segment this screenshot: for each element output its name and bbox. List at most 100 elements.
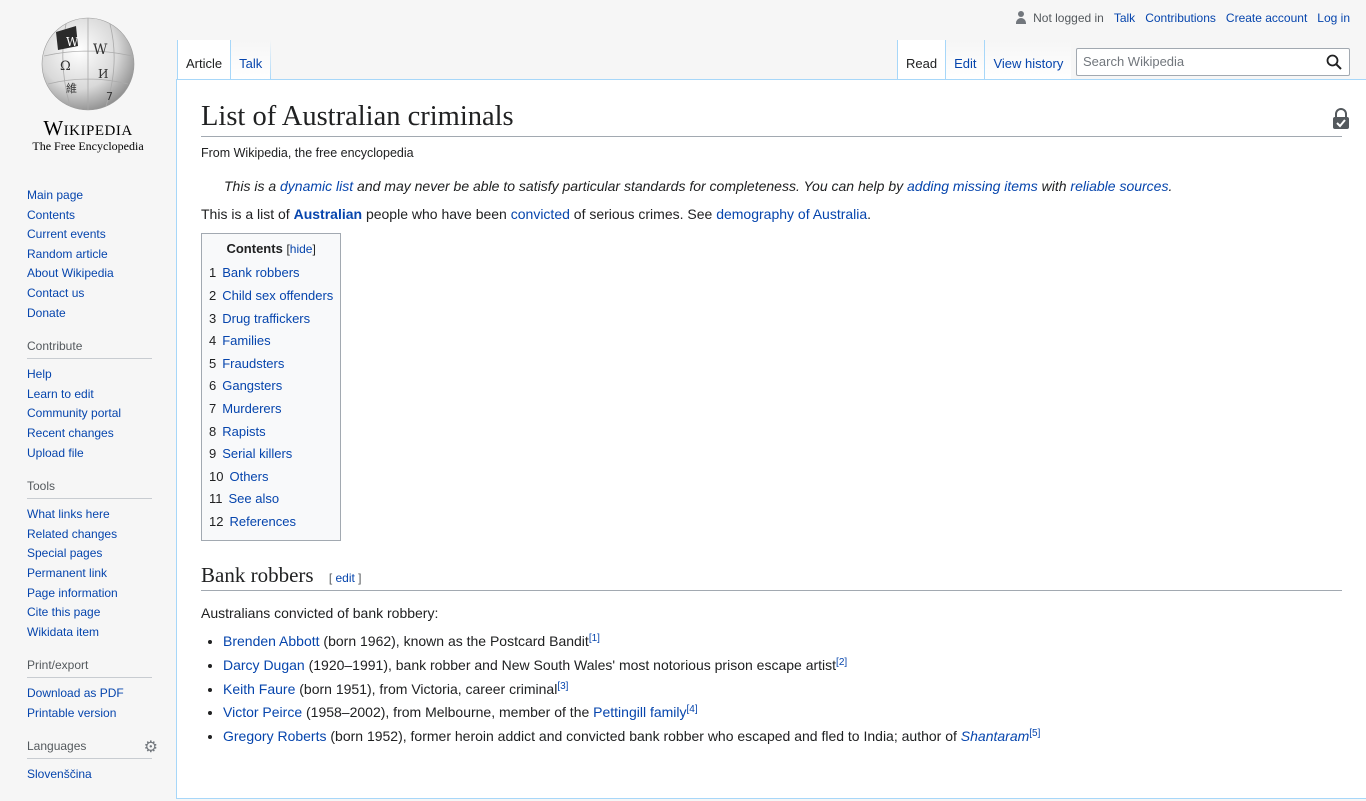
tab-edit[interactable]: Edit [945,40,985,80]
sidebar-item-learn-to-edit[interactable]: Learn to edit [27,387,94,401]
tools-portal: Tools What links here Related changes Sp… [27,479,152,642]
entry-description: (born 1952), former heroin addict and co… [326,728,961,745]
protection-lock-icon[interactable] [1332,108,1350,130]
reference-link[interactable]: [1] [589,633,600,644]
page-title: List of Australian criminals [201,98,1342,138]
person-link[interactable]: Brenden Abbott [223,633,320,649]
toc-item[interactable]: 10 Others [209,466,333,489]
search-box[interactable]: Search Wikipedia [1076,48,1350,76]
toc-item[interactable]: 11 See also [209,488,333,511]
tab-talk[interactable]: Talk [230,40,271,80]
toc-hide-toggle[interactable]: hide [290,242,313,256]
reference-link[interactable]: [4] [687,704,698,715]
portal-heading-print: Print/export [27,658,152,679]
search-input[interactable]: Search Wikipedia [1083,54,1184,69]
person-link[interactable]: Gregory Roberts [223,728,326,744]
wikipedia-logo[interactable]: W W Ω И 維 7 Wikipedia The Free Encyclope… [0,0,176,160]
toc-link[interactable]: Rapists [222,424,265,439]
dynamic-list-link[interactable]: dynamic list [280,178,353,194]
sidebar-item-contact[interactable]: Contact us [27,286,84,300]
section-heading-bank-robbers: Bank robbers [ edit ] [201,563,1342,591]
sidebar-item-contents[interactable]: Contents [27,208,75,222]
toc-link[interactable]: Bank robbers [222,265,299,280]
toc-number: 4 [209,333,217,349]
toc-item[interactable]: 5 Fraudsters [209,353,333,376]
sidebar-item-help[interactable]: Help [27,367,52,381]
toc-link[interactable]: Others [229,469,268,484]
toc-number: 10 [209,468,224,484]
sidebar-item-what-links-here[interactable]: What links here [27,507,110,521]
sidebar-item-current-events[interactable]: Current events [27,227,106,241]
toc-link[interactable]: Serial killers [222,446,292,461]
toc-item[interactable]: 1 Bank robbers [209,262,333,285]
reference-link[interactable]: [2] [836,657,847,668]
toc-item[interactable]: 3 Drug traffickers [209,308,333,331]
toc-link[interactable]: Families [222,333,270,348]
create-account-link[interactable]: Create account [1226,11,1307,25]
tab-read[interactable]: Read [897,40,946,80]
toc-link[interactable]: References [229,514,295,529]
sidebar-item-upload-file[interactable]: Upload file [27,446,84,460]
reference-link[interactable]: [5] [1029,728,1040,739]
toc-link[interactable]: Fraudsters [222,356,284,371]
person-link[interactable]: Keith Faure [223,681,295,697]
sidebar-item-related-changes[interactable]: Related changes [27,527,117,541]
toc-item[interactable]: 7 Murderers [209,398,333,421]
toc-number: 6 [209,378,217,394]
toc-item[interactable]: 9 Serial killers [209,443,333,466]
sidebar-item-donate[interactable]: Donate [27,306,66,320]
sidebar-item-printable-version[interactable]: Printable version [27,706,116,720]
intro-text: This is a list of [201,206,294,223]
contributions-link[interactable]: Contributions [1145,11,1216,25]
sidebar-item-main-page[interactable]: Main page [27,188,83,202]
section-edit-link[interactable]: edit [335,571,354,585]
tab-article[interactable]: Article [177,40,231,80]
toc-item[interactable]: 4 Families [209,330,333,353]
search-icon[interactable] [1326,54,1342,70]
reference-link[interactable]: [3] [557,681,568,692]
related-link[interactable]: Pettingill family [593,704,686,720]
list-item: Keith Faure (born 1951), from Victoria, … [223,678,1342,702]
book-link[interactable]: Shantaram [961,728,1029,744]
gear-icon[interactable]: ⚙ [144,737,158,757]
adding-missing-items-link[interactable]: adding missing items [907,178,1038,194]
sidebar-item-permanent-link[interactable]: Permanent link [27,566,107,580]
sidebar-item-community-portal[interactable]: Community portal [27,406,121,420]
convicted-link[interactable]: convicted [511,206,570,222]
toc-link[interactable]: Murderers [222,401,281,416]
sidebar-item-cite-this-page[interactable]: Cite this page [27,605,100,619]
sidebar-item-special-pages[interactable]: Special pages [27,546,102,560]
reliable-sources-link[interactable]: reliable sources [1070,178,1168,194]
toc-item[interactable]: 2 Child sex offenders [209,285,333,308]
person-link[interactable]: Darcy Dugan [223,657,305,673]
tab-view-history[interactable]: View history [984,40,1072,80]
person-link[interactable]: Victor Peirce [223,704,302,720]
toc-item[interactable]: 12 References [209,511,333,534]
navigation-portal: Main page Contents Current events Random… [27,186,152,323]
entry-description: (born 1951), from Victoria, career crimi… [295,680,558,697]
toc-link[interactable]: See also [229,491,280,506]
sidebar-item-language-slovenscina[interactable]: Slovenščina [27,767,92,781]
sidebar-item-random-article[interactable]: Random article [27,247,108,261]
toc-number: 12 [209,513,224,529]
toc-link[interactable]: Gangsters [222,378,282,393]
sidebar-item-about[interactable]: About Wikipedia [27,266,114,280]
sidebar-item-download-pdf[interactable]: Download as PDF [27,686,124,700]
talk-link[interactable]: Talk [1114,11,1135,25]
toc-item[interactable]: 8 Rapists [209,421,333,444]
toc-link[interactable]: Child sex offenders [222,288,333,303]
logo-wordmark: Wikipedia [43,116,133,140]
australian-link[interactable]: Australian [294,206,362,222]
demography-link[interactable]: demography of Australia [716,206,867,222]
sidebar-item-recent-changes[interactable]: Recent changes [27,426,114,440]
toc-list: 1 Bank robbers 2 Child sex offenders 3 Drug t… [209,262,333,533]
log-in-link[interactable]: Log in [1317,11,1350,25]
sidebar-item-page-information[interactable]: Page information [27,586,118,600]
toc-number: 1 [209,265,217,281]
toc-item[interactable]: 6 Gangsters [209,375,333,398]
sidebar-item-wikidata-item[interactable]: Wikidata item [27,625,99,639]
toc-link[interactable]: Drug traffickers [222,311,310,326]
entry-description: (1920–1991), bank robber and New South W… [304,656,837,673]
logo-tagline: The Free Encyclopedia [32,139,144,153]
hatnote-text: with [1037,178,1071,195]
